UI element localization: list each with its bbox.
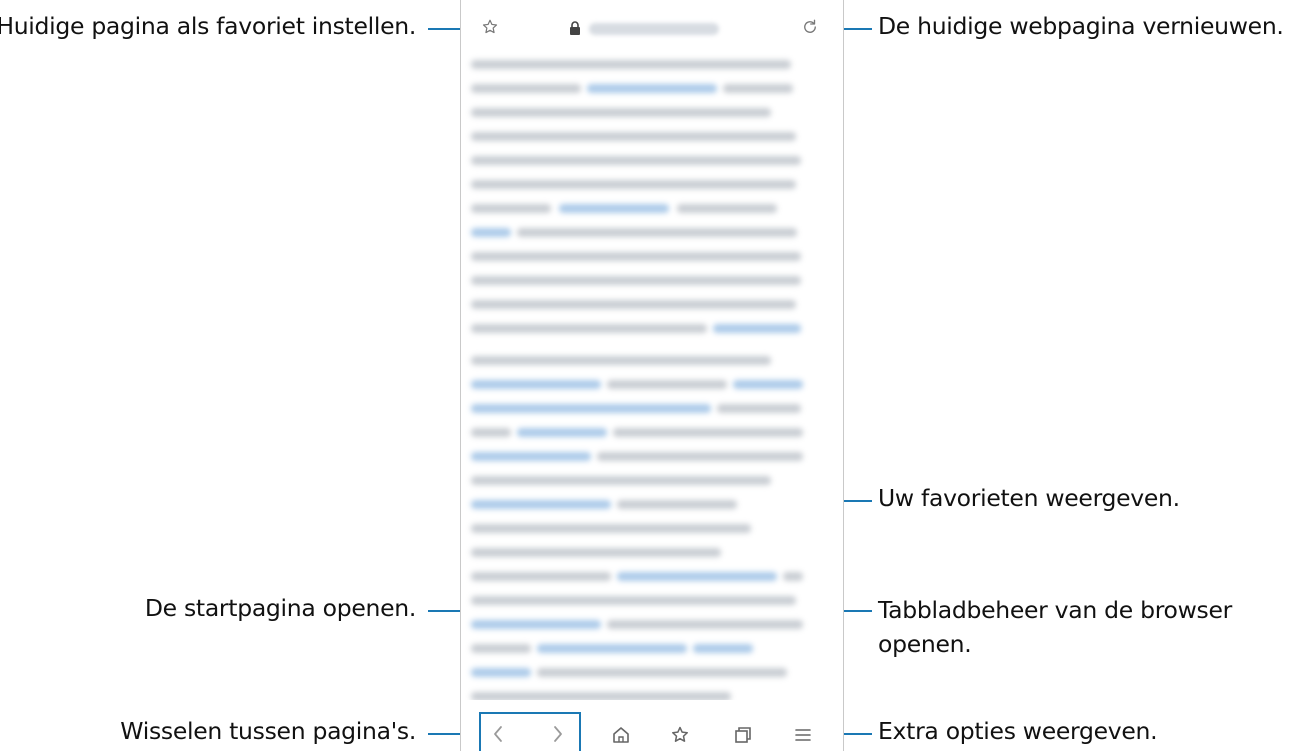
bookmarks-icon[interactable] — [670, 725, 690, 745]
menu-icon[interactable] — [794, 727, 812, 743]
refresh-icon[interactable] — [801, 18, 819, 36]
callout-refresh: De huidige webpagina vernieuwen. — [878, 12, 1284, 40]
back-chevron-icon[interactable] — [491, 724, 505, 744]
url-text[interactable] — [589, 23, 719, 35]
callout-favorite-current: Huidige pagina als favoriet instellen. — [0, 12, 416, 40]
callout-home-page: De startpagina openen. — [144, 594, 416, 622]
callout-extra-options: Extra opties weergeven. — [878, 717, 1158, 745]
browser-screen — [460, 0, 844, 751]
blurred-page-content — [471, 54, 811, 704]
address-bar — [461, 0, 843, 54]
callout-tab-manager-1: Tabbladbeheer van de browser — [878, 596, 1233, 624]
tabs-icon[interactable] — [733, 725, 753, 745]
forward-chevron-icon[interactable] — [551, 724, 565, 744]
star-outline-icon[interactable] — [481, 18, 499, 36]
callout-tab-manager-2: openen. — [878, 630, 972, 658]
callout-switch-pages: Wisselen tussen pagina's. — [120, 717, 416, 745]
callout-view-bookmarks: Uw favorieten weergeven. — [878, 484, 1180, 512]
home-icon[interactable] — [611, 725, 631, 745]
lock-icon — [570, 21, 580, 35]
bottom-toolbar — [461, 700, 843, 751]
